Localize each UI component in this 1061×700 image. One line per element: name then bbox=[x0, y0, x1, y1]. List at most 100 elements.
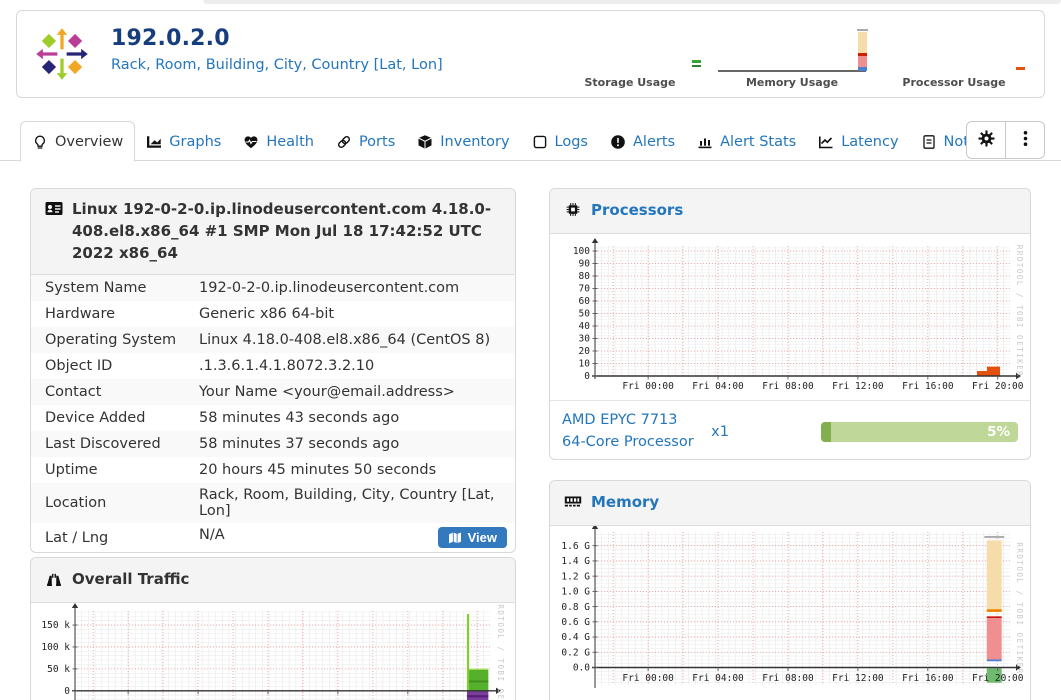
svg-text:90: 90 bbox=[579, 258, 591, 269]
line-chart-icon bbox=[818, 134, 834, 150]
view-location-button[interactable]: View bbox=[437, 527, 507, 549]
location-link[interactable]: Rack, Room, Building, City, Country [Lat… bbox=[111, 57, 443, 73]
svg-text:50 k: 50 k bbox=[47, 664, 70, 675]
chart-area-icon bbox=[146, 134, 162, 150]
svg-text:Fri 04:00: Fri 04:00 bbox=[692, 381, 744, 392]
tab-logs[interactable]: Logs bbox=[521, 121, 599, 162]
table-row: Last Discovered 58 minutes 37 seconds ago bbox=[31, 431, 515, 458]
centos-logo-icon bbox=[33, 25, 91, 83]
table-row: System Name 192-0-2-0.ip.linodeuserconten… bbox=[31, 275, 515, 302]
tab-latency[interactable]: Latency bbox=[807, 121, 909, 162]
tab-label: Ports bbox=[358, 133, 396, 150]
header-mini-graphs: Storage Usage Memory Usage Processor Usage bbox=[554, 18, 1030, 89]
row-value: Linux 4.18.0-408.el8.x86_64 (CentOS 8) bbox=[199, 332, 491, 349]
mini-axis bbox=[718, 70, 866, 72]
svg-text:40: 40 bbox=[579, 321, 591, 332]
tab-inventory[interactable]: Inventory bbox=[406, 121, 520, 162]
svg-text:0.2 G: 0.2 G bbox=[561, 647, 590, 658]
memory-graph[interactable]: 0.0 0.2 G 0.4 G 0.6 G 0.8 G 1.0 G 1.2 G 1.4 G 1.… bbox=[550, 525, 1030, 697]
overall-traffic-graph[interactable]: 0 50 k 100 k 150 k RRDTOOL / TOBI OETIKER bbox=[31, 602, 515, 700]
svg-text:Fri 00:00: Fri 00:00 bbox=[622, 673, 674, 684]
svg-text:20: 20 bbox=[579, 346, 591, 357]
device-settings-button[interactable] bbox=[966, 121, 1006, 159]
cpu-usage-progressbar: 5% bbox=[821, 421, 1018, 442]
note-icon bbox=[921, 134, 937, 150]
mini-graph-label: Memory Usage bbox=[745, 76, 839, 89]
svg-text:Fri 12:00: Fri 12:00 bbox=[832, 673, 884, 684]
table-row: Operating System Linux 4.18.0-408.el8.x86… bbox=[31, 327, 515, 354]
row-value: Your Name <your@email.address> bbox=[199, 384, 455, 401]
tab-health[interactable]: Health bbox=[232, 121, 325, 162]
row-label: Lat / Lng bbox=[45, 529, 109, 546]
row-label: Last Discovered bbox=[45, 436, 161, 453]
overall-traffic-title: Overall Traffic bbox=[72, 570, 190, 588]
svg-text:100: 100 bbox=[573, 246, 590, 257]
row-value: 58 minutes 43 seconds ago bbox=[199, 410, 400, 427]
row-label: Location bbox=[45, 495, 107, 512]
more-options-button[interactable] bbox=[1005, 121, 1045, 159]
svg-text:0.0: 0.0 bbox=[573, 662, 590, 673]
tab-ports[interactable]: Ports bbox=[325, 121, 406, 162]
cpu-usage-percent: 5% bbox=[987, 423, 1010, 440]
table-row: Contact Your Name <your@email.address> bbox=[31, 379, 515, 406]
tab-alerts[interactable]: Alerts bbox=[599, 121, 686, 162]
cpu-name-link[interactable]: AMD EPYC 7713 64-Core Processor bbox=[562, 410, 711, 454]
storage-usage-minigraph-block: Storage Usage bbox=[554, 18, 706, 89]
memory-title: Memory bbox=[591, 493, 660, 511]
top-strip bbox=[203, 0, 1061, 4]
row-value: 58 minutes 37 seconds ago bbox=[199, 436, 400, 453]
page-title: 192.0.2.0 bbox=[111, 26, 230, 51]
memory-header: Memory bbox=[550, 481, 1030, 526]
memory-usage-minigraph[interactable] bbox=[716, 18, 868, 74]
lightbulb-icon bbox=[32, 134, 48, 150]
svg-text:100 k: 100 k bbox=[41, 642, 70, 653]
svg-text:0.8 G: 0.8 G bbox=[561, 602, 590, 613]
row-value: Rack, Room, Building, City, Country [Lat… bbox=[199, 487, 495, 520]
exclamation-circle-icon bbox=[610, 134, 626, 150]
tab-label: Logs bbox=[554, 133, 588, 150]
binoculars-icon bbox=[45, 571, 63, 586]
microchip-icon bbox=[564, 202, 582, 217]
svg-text:10: 10 bbox=[579, 358, 591, 369]
svg-text:1.6 G: 1.6 G bbox=[561, 541, 590, 552]
processors-graph[interactable]: 0 10 20 30 40 50 60 70 80 90 100 Fri 00:00 Fri 04:00… bbox=[550, 237, 1030, 400]
svg-text:Fri 04:00: Fri 04:00 bbox=[692, 673, 744, 684]
table-row: Hardware Generic x86 64-bit bbox=[31, 301, 515, 327]
row-value: 192-0-2-0.ip.linodeusercontent.com bbox=[199, 280, 460, 297]
tab-graphs[interactable]: Graphs bbox=[135, 121, 232, 162]
overall-traffic-card: Overall Traffic 0 50 k 100 k 150 k RRDTOOL /… bbox=[30, 557, 516, 700]
table-row: Location Rack, Room, Building, City, Coun… bbox=[31, 483, 515, 524]
tab-label: Latency bbox=[841, 133, 899, 150]
memory-card: Memory 0.0 0.2 G 0.4 G 0.6 G 0.8 G 1.0 G 1.2 G… bbox=[549, 480, 1031, 700]
row-value: N/A View bbox=[199, 523, 515, 552]
table-row: Lat / Lng N/A View bbox=[31, 523, 515, 552]
cube-icon bbox=[417, 134, 433, 150]
kebab-icon bbox=[1017, 130, 1034, 150]
svg-text:70: 70 bbox=[579, 283, 591, 294]
svg-text:Fri 20:00: Fri 20:00 bbox=[972, 381, 1024, 392]
storage-usage-minigraph[interactable] bbox=[554, 18, 706, 74]
card-icon bbox=[532, 134, 548, 150]
tab-alert-stats[interactable]: Alert Stats bbox=[686, 121, 807, 162]
svg-text:RRDTOOL / TOBI OETIKER: RRDTOOL / TOBI OETIKER bbox=[496, 603, 505, 700]
bar-chart-icon bbox=[697, 134, 713, 150]
mini-graph-label: Processor Usage bbox=[902, 76, 1006, 89]
svg-text:0.6 G: 0.6 G bbox=[561, 617, 590, 628]
processor-usage-minigraph[interactable] bbox=[878, 18, 1030, 74]
mini-mark bbox=[858, 32, 867, 53]
heartbeat-icon bbox=[243, 134, 259, 150]
row-value: Generic x86 64-bit bbox=[199, 306, 335, 323]
svg-text:Fri 00:00: Fri 00:00 bbox=[622, 381, 674, 392]
tab-label: Graphs bbox=[169, 133, 222, 150]
tab-overview[interactable]: Overview bbox=[20, 121, 136, 162]
device-info-card: Linux 192-0-2-0.ip.linodeusercontent.com… bbox=[30, 188, 516, 554]
svg-text:Fri 08:00: Fri 08:00 bbox=[762, 673, 814, 684]
device-kernel-title: Linux 192-0-2-0.ip.linodeusercontent.com… bbox=[72, 200, 492, 262]
device-info-table: System Name 192-0-2-0.ip.linodeuserconten… bbox=[31, 275, 515, 552]
svg-text:60: 60 bbox=[579, 296, 591, 307]
mini-graph-label: Storage Usage bbox=[584, 76, 676, 89]
gear-icon bbox=[977, 130, 995, 150]
svg-text:0.4 G: 0.4 G bbox=[561, 632, 590, 643]
svg-text:50: 50 bbox=[579, 308, 591, 319]
row-label: Device Added bbox=[45, 410, 146, 427]
